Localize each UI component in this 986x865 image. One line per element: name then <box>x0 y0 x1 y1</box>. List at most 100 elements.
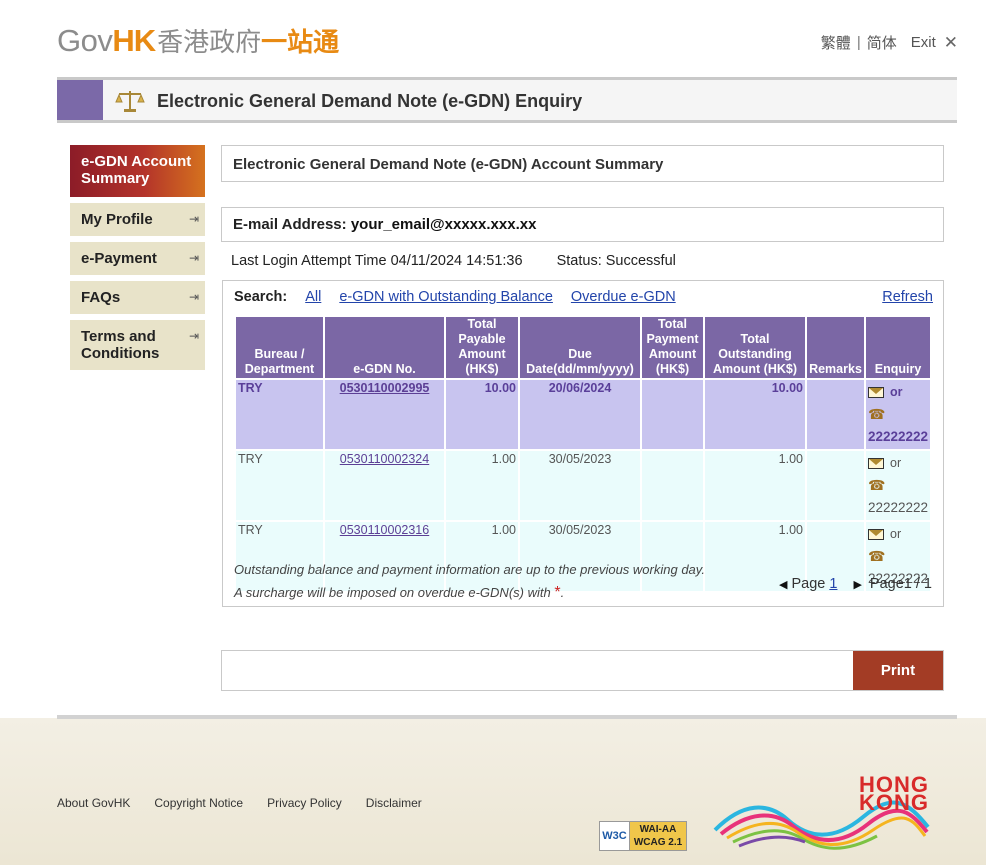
cell-enquiry: or ☎ 22222222 <box>863 449 933 522</box>
egdn-table: Bureau / Department e-GDN No. Total Paya… <box>234 315 933 593</box>
expand-arrow-icon: ⇥ <box>188 212 199 226</box>
cell-total-payment <box>640 449 705 522</box>
results-panel: Search: All e-GDN with Outstanding Balan… <box>222 280 944 607</box>
enquiry-phone: 22222222 <box>868 500 929 515</box>
brand-hong-kong-logo[interactable]: HONG KONG <box>713 772 933 852</box>
prev-page-icon[interactable]: ◀ <box>779 578 787 591</box>
page-title: Electronic General Demand Note (e-GDN) E… <box>157 91 583 111</box>
email-label: E-mail Address: <box>233 216 347 233</box>
footer-links: About GovHK Copyright Notice Privacy Pol… <box>57 796 422 810</box>
footer-link-copyright[interactable]: Copyright Notice <box>154 796 243 810</box>
last-login-text: Last Login Attempt Time 04/11/2024 14:51… <box>231 253 523 269</box>
sidebar-item-terms[interactable]: Terms and Conditions ⇥ <box>70 320 205 370</box>
egdn-number-link[interactable]: 0530110002316 <box>340 523 429 537</box>
footer-link-about[interactable]: About GovHK <box>57 796 130 810</box>
enquiry-or: or <box>890 456 902 470</box>
email-envelope-icon[interactable] <box>868 387 884 399</box>
sidebar-item-label: e-Payment <box>81 250 157 267</box>
cell-total-payment <box>640 378 705 451</box>
pagination: ◀ Page 1 ▶ Page1 / 1 <box>779 576 932 592</box>
cell-total-payable: 1.00 <box>444 449 520 522</box>
sidebar-item-e-payment[interactable]: e-Payment ⇥ <box>70 242 205 275</box>
top-links: 繁體 | 简体 Exit ✕ <box>821 32 958 53</box>
cell-department: TRY <box>234 449 325 522</box>
cell-remarks <box>805 449 866 522</box>
cell-egdn-no: 0530110002995 <box>323 378 446 451</box>
cell-total-payable: 10.00 <box>444 378 520 451</box>
expand-arrow-icon: ⇥ <box>188 251 199 265</box>
w3c-logo: W3C <box>600 822 630 850</box>
table-row[interactable]: TRY 0530110002995 10.00 20/06/2024 10.00… <box>234 378 933 451</box>
note-line-2: A surcharge will be imposed on overdue e… <box>234 584 565 601</box>
cell-total-outstanding: 1.00 <box>703 449 807 522</box>
search-label: Search: <box>234 289 288 305</box>
govhk-logo[interactable]: Gov HK 香港政府 一站通 <box>57 22 339 62</box>
expand-arrow-icon: ⇥ <box>188 290 199 304</box>
logo-gov-text: Gov <box>57 23 113 58</box>
cell-department: TRY <box>234 378 325 451</box>
title-accent-block <box>57 80 103 120</box>
email-envelope-icon[interactable] <box>868 529 884 541</box>
telephone-icon: ☎ <box>868 477 886 493</box>
enquiry-or: or <box>890 527 902 541</box>
page-label: Page <box>791 576 826 592</box>
footer-link-disclaimer[interactable]: Disclaimer <box>366 796 422 810</box>
exit-link[interactable]: Exit <box>911 34 936 51</box>
email-envelope-icon[interactable] <box>868 458 884 470</box>
telephone-icon: ☎ <box>868 548 886 564</box>
page-title-bar: Electronic General Demand Note (e-GDN) E… <box>57 77 957 123</box>
lang-separator: | <box>856 34 861 51</box>
footer-link-privacy[interactable]: Privacy Policy <box>267 796 342 810</box>
kong-text: KONG <box>859 790 929 815</box>
enquiry-or: or <box>890 385 903 399</box>
enquiry-phone: 22222222 <box>868 429 929 444</box>
sidebar-item-account-summary[interactable]: e-GDN Account Summary <box>70 145 205 197</box>
login-info: Last Login Attempt Time 04/11/2024 14:51… <box>231 253 676 269</box>
scales-icon <box>115 91 145 112</box>
sidebar: e-GDN Account Summary My Profile ⇥ e-Pay… <box>70 145 205 376</box>
sidebar-item-label: Terms and Conditions <box>81 328 160 362</box>
col-header-remarks: Remarks <box>805 315 866 380</box>
note-line-1: Outstanding balance and payment informat… <box>234 562 705 577</box>
egdn-number-link[interactable]: 0530110002324 <box>340 452 429 466</box>
cell-due-date: 30/05/2023 <box>518 449 642 522</box>
print-button[interactable]: Print <box>853 651 943 690</box>
logo-hk-text: HK <box>112 23 156 58</box>
lang-simplified-link[interactable]: 简体 <box>867 32 897 53</box>
email-address-box: E-mail Address: your_email@xxxxx.xxx.xx <box>221 207 944 242</box>
table-header-row: Bureau / Department e-GDN No. Total Paya… <box>234 315 933 380</box>
filter-all-link[interactable]: All <box>305 289 321 305</box>
login-status: Status: Successful <box>556 253 676 269</box>
next-page-icon[interactable]: ▶ <box>853 578 861 591</box>
page-number-link[interactable]: 1 <box>829 576 837 592</box>
table-row[interactable]: TRY 0530110002324 1.00 30/05/2023 1.00 o… <box>234 449 933 522</box>
wcag-badge[interactable]: W3C WAI-AA WCAG 2.1 <box>599 821 687 851</box>
email-value: your_email@xxxxx.xxx.xx <box>350 216 537 233</box>
col-header-egdn-no: e-GDN No. <box>323 315 446 380</box>
close-icon[interactable]: ✕ <box>944 33 958 53</box>
col-header-due-date: Due Date(dd/mm/yyyy) <box>518 315 642 380</box>
page-count: Page1 / 1 <box>869 576 932 592</box>
filter-outstanding-link[interactable]: e-GDN with Outstanding Balance <box>339 289 553 305</box>
sidebar-item-faqs[interactable]: FAQs ⇥ <box>70 281 205 314</box>
summary-heading: Electronic General Demand Note (e-GDN) A… <box>221 145 944 182</box>
egdn-number-link[interactable]: 0530110002995 <box>340 381 430 395</box>
search-filter-bar: Search: All e-GDN with Outstanding Balan… <box>234 289 676 305</box>
footer-divider <box>57 715 957 719</box>
refresh-link[interactable]: Refresh <box>882 289 933 305</box>
logo-cn-one-stop-text: 一站通 <box>261 28 340 58</box>
cell-due-date: 20/06/2024 <box>518 378 642 451</box>
print-bar: Print <box>221 650 944 691</box>
col-header-total-payment: Total Payment Amount (HK$) <box>640 315 705 380</box>
sidebar-item-label: e-GDN Account Summary <box>81 153 192 187</box>
col-header-total-outstanding: Total Outstanding Amount (HK$) <box>703 315 807 380</box>
wcag-label: WAI-AA WCAG 2.1 <box>630 822 686 850</box>
cell-enquiry: or ☎ 22222222 <box>863 378 933 451</box>
expand-arrow-icon: ⇥ <box>188 329 199 343</box>
col-header-enquiry: Enquiry <box>863 315 933 380</box>
cell-total-outstanding: 10.00 <box>703 378 807 451</box>
lang-traditional-link[interactable]: 繁體 <box>821 32 851 53</box>
col-header-bureau: Bureau / Department <box>234 315 325 380</box>
filter-overdue-link[interactable]: Overdue e-GDN <box>571 289 676 305</box>
sidebar-item-my-profile[interactable]: My Profile ⇥ <box>70 203 205 236</box>
